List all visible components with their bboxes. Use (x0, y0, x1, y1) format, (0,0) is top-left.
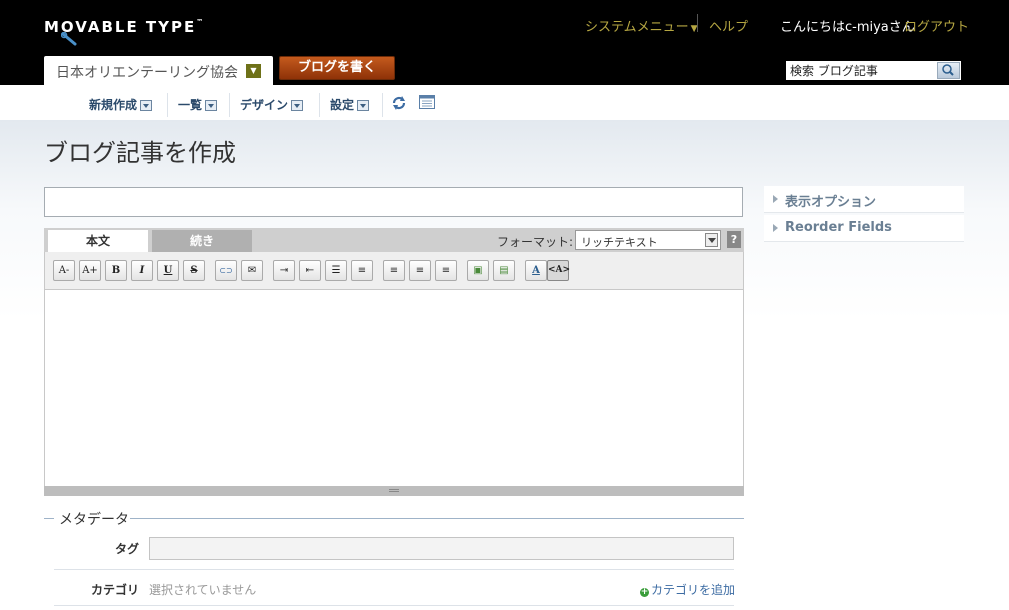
header-divider (697, 14, 698, 32)
strikethrough-button[interactable]: S (183, 260, 205, 281)
plus-icon: + (640, 587, 649, 597)
help-link[interactable]: ヘルプ (709, 16, 748, 35)
editor-resize-handle[interactable] (44, 486, 744, 496)
help-icon[interactable]: ? (727, 231, 741, 248)
logout-link[interactable]: ログアウト (904, 16, 969, 35)
insert-file-button[interactable]: ▤ (493, 260, 515, 281)
chevron-down-icon[interactable] (705, 233, 718, 247)
chevron-down-icon[interactable]: ▼ (246, 64, 261, 78)
category-empty-text: 選択されていません (149, 583, 257, 597)
tag-label: タグ (114, 542, 139, 556)
menu-new[interactable]: 新規作成 (89, 96, 153, 113)
row-divider (54, 569, 734, 570)
page-title: ブログ記事を作成 (44, 139, 236, 167)
menu-divider (229, 93, 230, 117)
dropdown-arrow-icon[interactable] (205, 100, 218, 111)
indent-button[interactable]: ⇥ (273, 260, 295, 281)
main-menu-bar: 新規作成 一覧 デザイン 設定 (0, 85, 1009, 120)
dropdown-arrow-icon[interactable] (140, 100, 153, 111)
blog-name: 日本オリエンテーリング協会 (56, 65, 238, 81)
html-mode-button[interactable]: <A> (547, 260, 570, 281)
wrench-icon (61, 32, 77, 46)
blog-selector[interactable]: 日本オリエンテーリング協会 ▼ (44, 56, 273, 85)
fieldset-rule (130, 518, 744, 519)
align-right-button[interactable]: ≡ (435, 260, 457, 281)
dropdown-arrow-icon[interactable] (291, 100, 304, 111)
grip-icon (389, 489, 399, 492)
menu-divider (382, 93, 383, 117)
search-icon (942, 64, 954, 76)
align-left-button[interactable]: ≡ (383, 260, 405, 281)
bulleted-list-button[interactable]: ☰ (325, 260, 347, 281)
outdent-button[interactable]: ⇤ (299, 260, 321, 281)
insert-image-button[interactable]: ▣ (467, 260, 489, 281)
underline-button[interactable]: U (157, 260, 179, 281)
tab-body[interactable]: 本文 (48, 230, 148, 252)
menu-settings[interactable]: 設定 (330, 96, 370, 113)
font-smaller-button[interactable]: A- (53, 260, 75, 281)
dropdown-arrow-icon[interactable] (357, 100, 370, 111)
search-box (786, 61, 961, 80)
display-options-widget[interactable]: 表示オプション (764, 186, 964, 213)
menu-divider (167, 93, 168, 117)
search-button[interactable] (937, 62, 960, 79)
format-select[interactable]: リッチテキスト (575, 230, 721, 250)
write-entry-button[interactable]: ブログを書く (279, 56, 395, 80)
bold-button[interactable]: B (105, 260, 127, 281)
refresh-icon[interactable] (391, 95, 407, 111)
system-menu[interactable]: システムメニュー ▼ (585, 16, 698, 35)
app-logo[interactable]: MOVABLE TYPE™ (44, 18, 203, 46)
category-label: カテゴリ (90, 583, 139, 597)
reorder-fields-widget[interactable]: Reorder Fields (764, 215, 964, 242)
font-larger-button[interactable]: A+ (79, 260, 101, 281)
email-link-button[interactable]: ✉ (241, 260, 263, 281)
entry-title-input[interactable] (44, 187, 743, 217)
menu-divider (319, 93, 320, 117)
link-button[interactable]: ⊂⊃ (215, 260, 237, 281)
menu-list[interactable]: 一覧 (178, 96, 218, 113)
numbered-list-button[interactable]: ≡ (351, 260, 373, 281)
search-input[interactable] (786, 61, 936, 80)
menu-design[interactable]: デザイン (240, 96, 304, 113)
triangle-right-icon (773, 195, 778, 203)
text-color-button[interactable]: A (525, 260, 547, 281)
format-label: フォーマット: (497, 235, 574, 249)
align-center-button[interactable]: ≡ (409, 260, 431, 281)
view-site-icon[interactable] (419, 95, 435, 109)
triangle-right-icon (773, 224, 778, 232)
italic-button[interactable]: I (131, 260, 153, 281)
tab-extended[interactable]: 続き (152, 230, 252, 252)
rich-text-editor[interactable] (44, 290, 744, 486)
fieldset-rule (44, 518, 54, 519)
add-category-link[interactable]: + カテゴリを追加 (640, 581, 735, 598)
row-divider (54, 605, 734, 606)
header: MOVABLE TYPE™ システムメニュー ▼ ヘルプ こんにちはc-miyaさ… (0, 0, 1009, 85)
tag-input[interactable] (149, 537, 734, 560)
metadata-legend: メタデータ (59, 512, 129, 528)
user-greeting: こんにちはc-miyaさん (780, 20, 915, 35)
